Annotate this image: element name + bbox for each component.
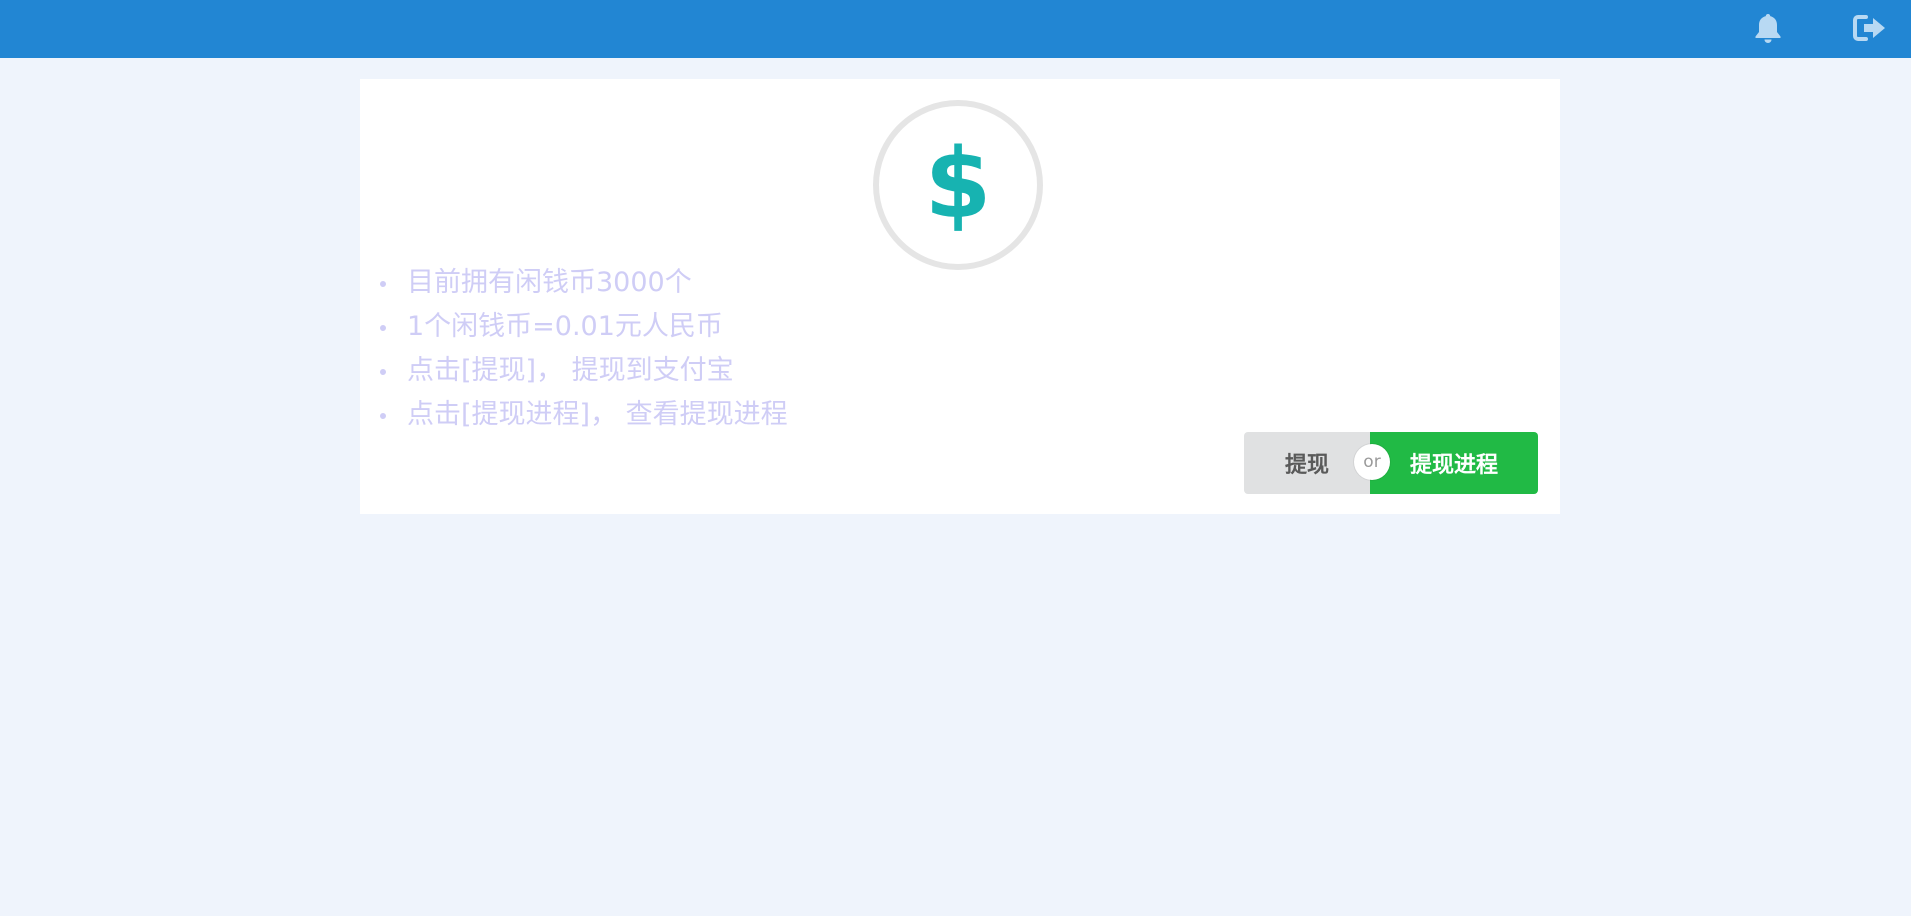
info-coin-balance: 目前拥有闲钱币3000个 [370,261,788,305]
coin-badge: $ [873,100,1043,270]
info-exchange-rate: 1个闲钱币=0.01元人民币 [370,305,788,349]
wallet-card: $ 目前拥有闲钱币3000个 1个闲钱币=0.01元人民币 点击[提现]， 提现… [360,79,1560,514]
action-button-group: 提现 or 提现进程 [1244,432,1538,494]
top-navbar [0,0,1911,58]
or-separator: or [1354,444,1390,480]
wallet-info-list: 目前拥有闲钱币3000个 1个闲钱币=0.01元人民币 点击[提现]， 提现到支… [370,261,788,437]
dollar-icon: $ [924,128,992,240]
withdraw-progress-button[interactable]: 提现进程 [1370,432,1538,494]
info-withdraw-hint: 点击[提现]， 提现到支付宝 [370,349,788,393]
bell-icon[interactable] [1748,8,1788,48]
withdraw-button[interactable]: 提现 [1244,432,1370,494]
sign-out-icon[interactable] [1850,8,1890,48]
info-progress-hint: 点击[提现进程]， 查看提现进程 [370,393,788,437]
